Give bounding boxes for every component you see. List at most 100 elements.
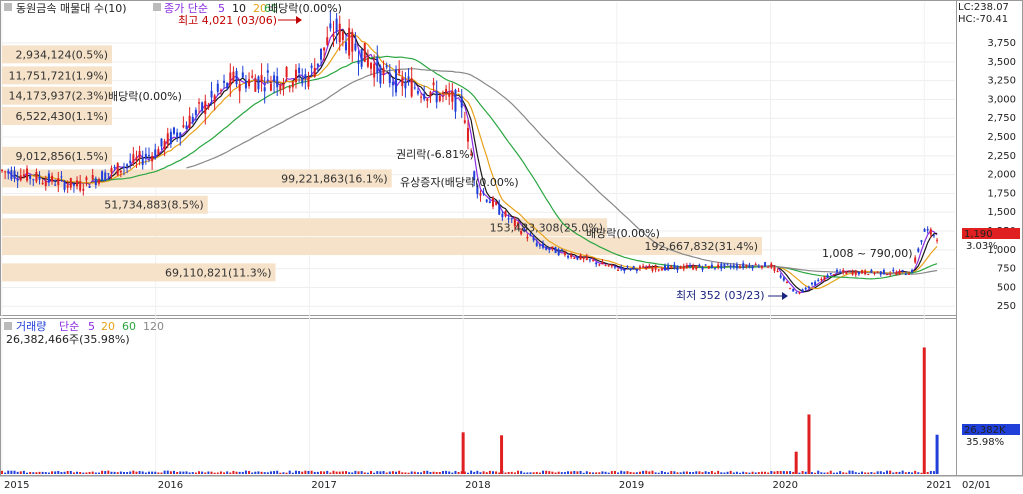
volume-bar	[723, 472, 726, 474]
candle-body	[642, 265, 645, 267]
candle-body	[601, 261, 604, 265]
volume-bar	[507, 471, 510, 474]
candle-body	[748, 265, 751, 268]
candle-body	[729, 265, 732, 268]
volume-bar	[235, 471, 238, 474]
volume-bar	[69, 471, 72, 474]
volume-bar	[291, 472, 294, 474]
candle-body	[460, 96, 463, 108]
volume-bar	[482, 471, 485, 474]
candle-body	[857, 271, 860, 275]
volume-bar	[710, 470, 713, 474]
candle-body	[244, 80, 247, 89]
candle-body	[557, 249, 560, 256]
candle-body	[179, 132, 182, 139]
indicator-menu-icon[interactable]	[153, 3, 161, 11]
candle-body	[294, 69, 297, 83]
candle-body	[445, 88, 448, 93]
volume-bar	[398, 470, 401, 474]
volume-bar	[151, 471, 154, 474]
candle-body	[341, 31, 344, 40]
volume-bar	[826, 472, 829, 474]
candle-body	[129, 160, 132, 164]
candle-body	[689, 265, 692, 267]
volume-menu-icon[interactable]	[4, 322, 12, 330]
volume-spike	[461, 432, 465, 474]
candle-body	[1, 169, 3, 172]
volume-bar	[204, 472, 207, 474]
candle-body	[279, 84, 282, 91]
volume-bar	[110, 471, 113, 474]
volume-profile-label: 51,734,883(8.5%)	[104, 199, 204, 212]
volume-bar	[282, 472, 285, 474]
candle-body	[13, 170, 16, 179]
volume-ma-60: 60	[122, 320, 136, 333]
candle-body	[319, 48, 322, 60]
candle-body	[542, 243, 545, 248]
candle-body	[842, 270, 845, 273]
candle-body	[876, 271, 879, 273]
volume-bar	[670, 471, 673, 474]
candle-body	[276, 76, 279, 88]
volume-bar	[348, 472, 351, 474]
price-tick-label: 3,750	[987, 38, 1016, 49]
stock-chart[interactable]: 2,934,124(0.5%) 11,751,721(1.9%) 14,173,93…	[0, 0, 1023, 494]
volume-profile-label: 99,221,863(16.1%)	[281, 172, 388, 185]
candle-body	[135, 157, 138, 161]
candle-body	[660, 268, 663, 271]
volume-bar	[886, 470, 889, 474]
candle-body	[779, 275, 782, 278]
candle-body	[789, 288, 792, 290]
candle-body	[923, 229, 926, 232]
volume-bar	[407, 472, 410, 474]
volume-bar	[141, 471, 144, 474]
price-tick-label: 2,500	[987, 132, 1016, 143]
volume-bar	[842, 472, 845, 474]
x-tick-label: 2018	[465, 480, 490, 491]
volume-bar	[88, 472, 91, 474]
candle-body	[69, 177, 72, 188]
event-label-2: 권리락(-6.81%)	[396, 148, 474, 161]
volume-bar	[107, 470, 110, 474]
volume-bar	[401, 472, 404, 474]
volume-bar	[735, 471, 738, 474]
candle-body	[701, 267, 704, 270]
candle-body	[335, 18, 338, 33]
volume-bar	[848, 470, 851, 474]
volume-bar	[535, 471, 538, 474]
volume-bar	[194, 472, 197, 474]
volume-bar	[248, 470, 251, 474]
volume-bar	[97, 472, 100, 474]
candle-body	[936, 239, 939, 241]
volume-bar	[817, 470, 820, 474]
candle-body	[51, 175, 54, 182]
volume-bar	[360, 471, 363, 474]
candle-body	[864, 270, 867, 275]
panel-menu-icon[interactable]	[4, 3, 12, 11]
price-tick-label: 500	[997, 282, 1016, 293]
volume-bar	[310, 470, 313, 474]
candle-body	[820, 279, 823, 281]
candle-body	[679, 265, 682, 269]
candle-body	[613, 266, 616, 268]
candle-body	[329, 23, 332, 29]
candle-body	[194, 109, 197, 115]
candle-body	[663, 265, 666, 271]
volume-bar	[570, 471, 573, 474]
volume-bar	[742, 471, 745, 474]
volume-bar	[682, 471, 685, 474]
candle-body	[429, 91, 432, 97]
candle-body	[848, 270, 851, 272]
candle-body	[801, 289, 804, 292]
volume-bar	[523, 472, 526, 474]
volume-bar	[560, 472, 563, 474]
volume-bar	[254, 471, 257, 474]
candle-body	[291, 81, 294, 88]
volume-bar	[207, 471, 210, 474]
volume-bar	[266, 472, 269, 474]
candle-body	[651, 267, 654, 271]
candle-body	[29, 175, 32, 179]
volume-bar	[198, 471, 201, 474]
candle-body	[248, 79, 251, 87]
candle-body	[485, 199, 488, 202]
